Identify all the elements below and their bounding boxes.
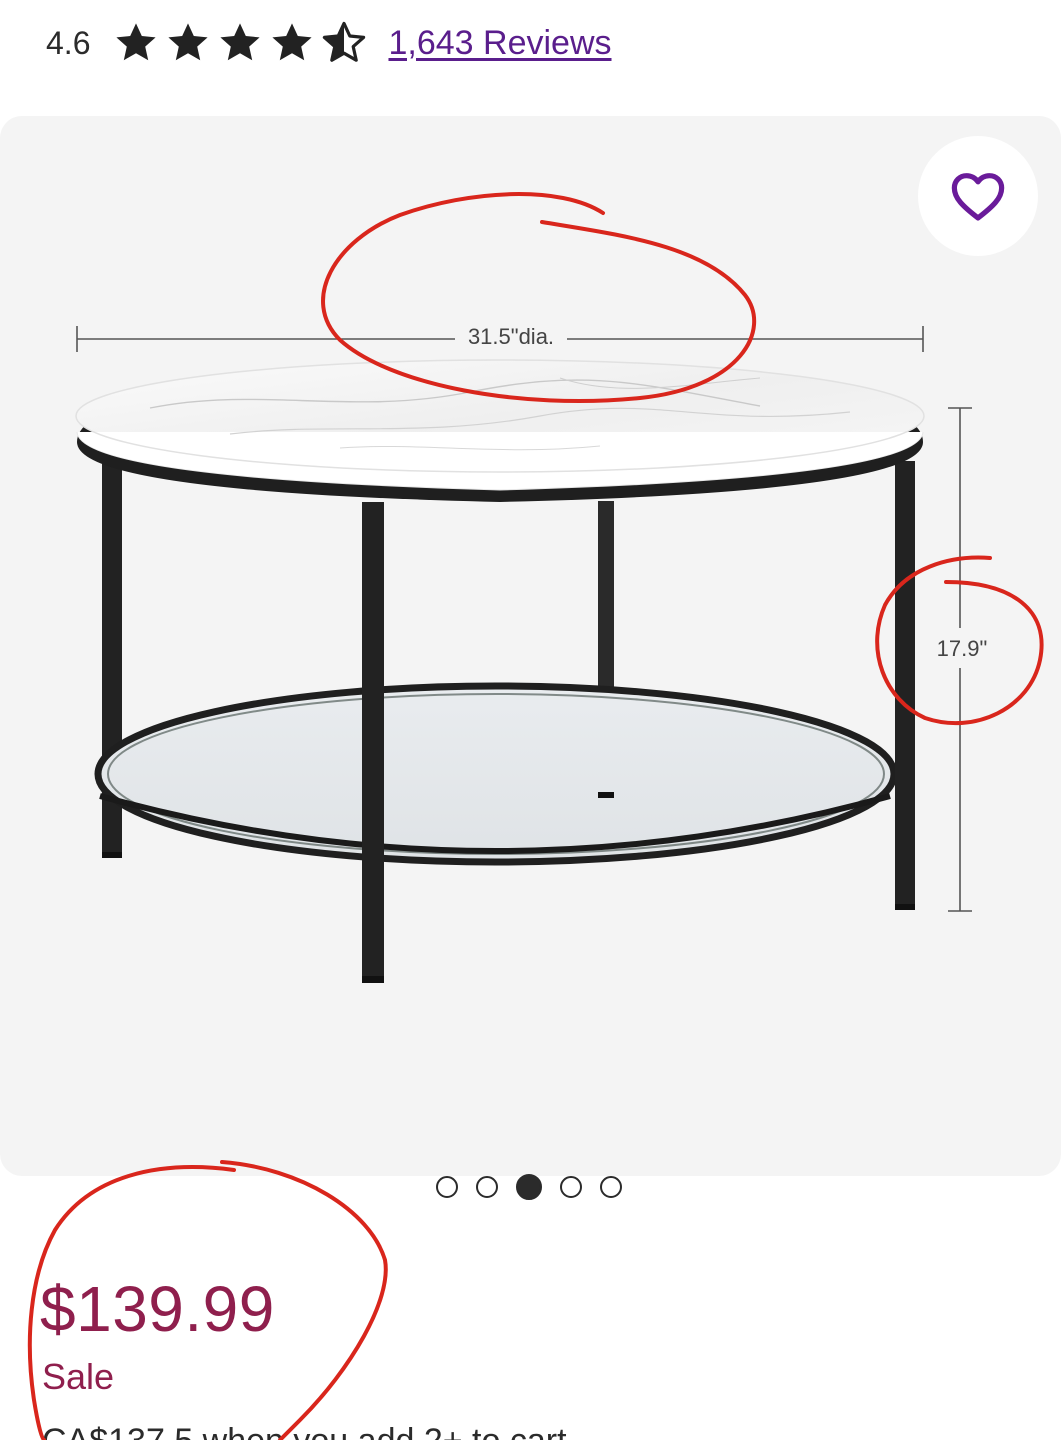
star-icon — [272, 23, 313, 61]
rating-summary: 4.6 1,643 Reviews — [46, 18, 612, 68]
star-half-icon — [323, 21, 366, 62]
pagination-dot[interactable] — [476, 1176, 498, 1198]
star-icon — [168, 23, 209, 61]
favorite-button[interactable] — [918, 136, 1038, 256]
image-pagination — [436, 1174, 622, 1200]
star-icon — [116, 23, 157, 61]
heart-icon — [951, 173, 1005, 221]
star-rating — [112, 19, 368, 67]
bulk-promo-text: CA$137.5 when you add 2+ to cart — [42, 1422, 567, 1440]
diameter-label: 31.5"dia. — [468, 324, 554, 349]
rating-value: 4.6 — [46, 24, 91, 61]
reviews-link[interactable]: 1,643 Reviews — [388, 24, 611, 63]
sale-badge: Sale — [42, 1356, 115, 1397]
pagination-dot-active[interactable] — [516, 1174, 542, 1200]
sale-price: $139.99 — [40, 1273, 275, 1345]
pagination-dot[interactable] — [600, 1176, 622, 1198]
star-icon — [220, 23, 261, 61]
height-label: 17.9" — [937, 636, 988, 661]
product-image-gallery[interactable]: 31.5"dia. 17.9" — [0, 116, 1061, 1176]
pagination-dot[interactable] — [560, 1176, 582, 1198]
coffee-table-image: 31.5"dia. 17.9" — [75, 324, 988, 983]
pagination-dot[interactable] — [436, 1176, 458, 1198]
